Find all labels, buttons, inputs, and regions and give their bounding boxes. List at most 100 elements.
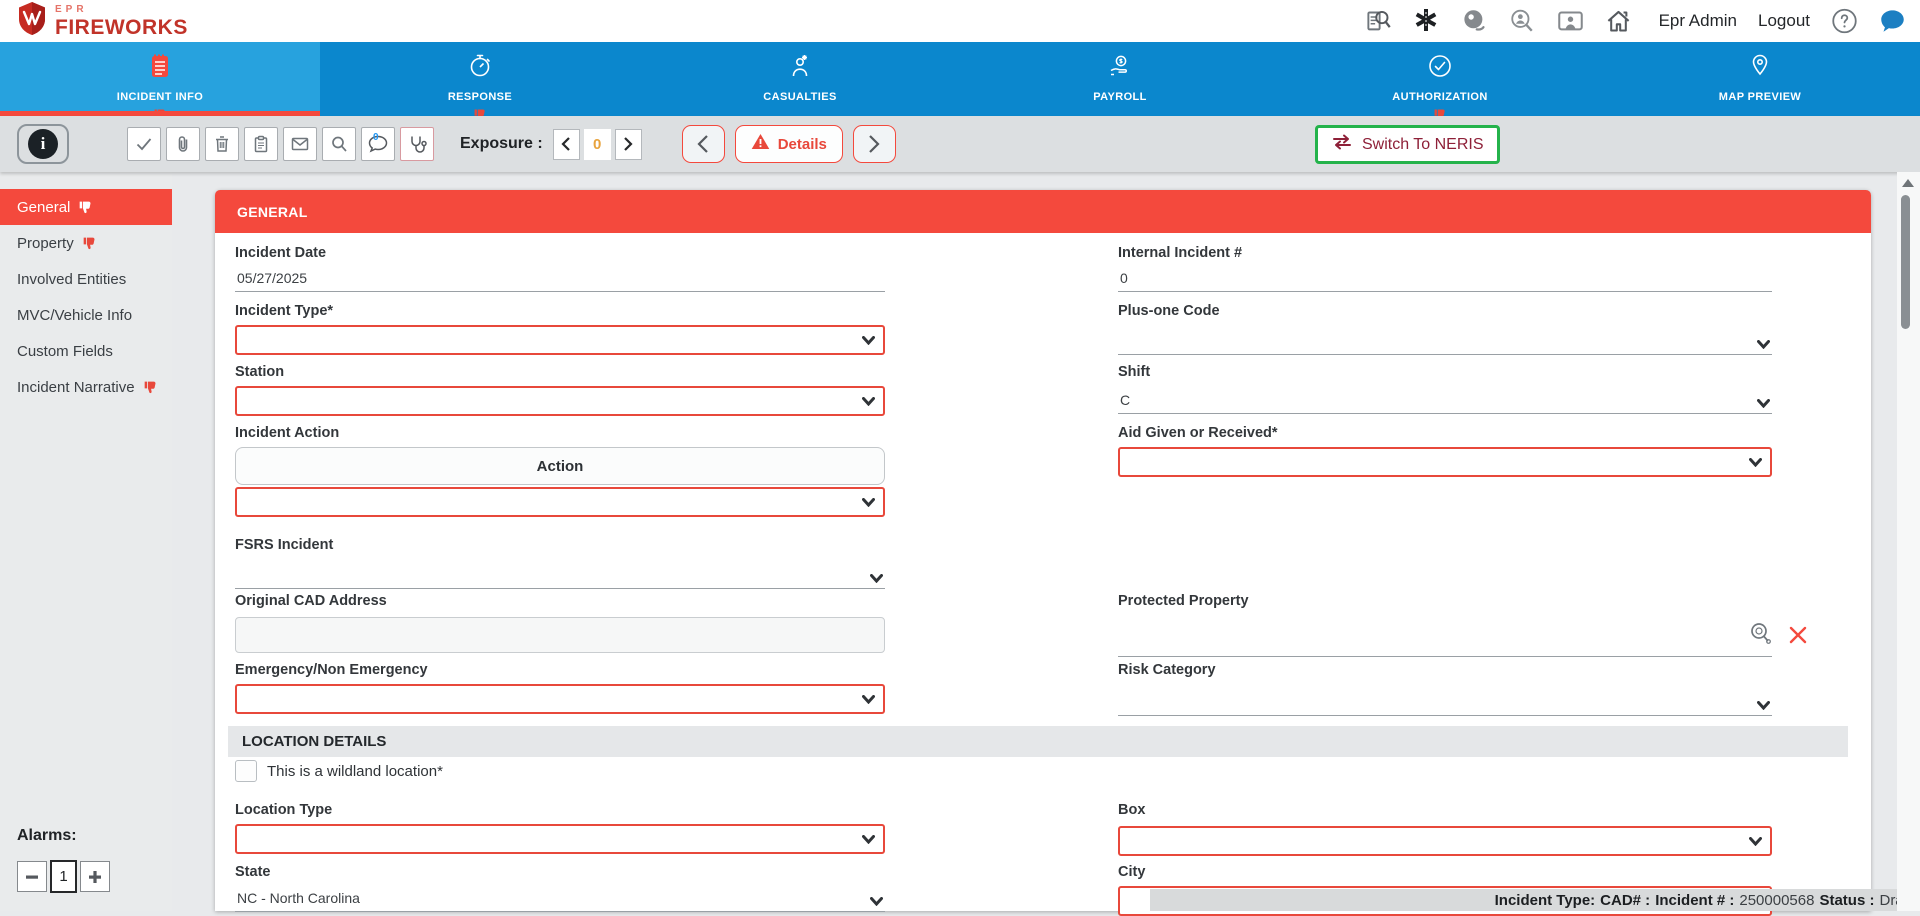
sidebar-item-general[interactable]: General xyxy=(0,189,172,225)
notepad-icon xyxy=(148,53,172,84)
person-search-icon[interactable] xyxy=(1509,8,1536,35)
station-label: Station xyxy=(235,364,885,380)
box-label: Box xyxy=(1118,802,1772,818)
wildland-location-label: This is a wildland location* xyxy=(267,763,443,780)
exposure-next-button[interactable] xyxy=(615,129,642,160)
property-search-icon[interactable] xyxy=(1748,621,1772,650)
incident-sidebar: General Property Involved Entities MVC/V… xyxy=(0,172,172,911)
home-icon[interactable] xyxy=(1605,8,1632,35)
incident-action-label: Incident Action xyxy=(235,425,885,441)
report-search-icon[interactable] xyxy=(1365,8,1392,35)
incident-action-select[interactable] xyxy=(235,487,885,517)
alarms-value[interactable]: 1 xyxy=(50,860,77,893)
aid-given-received-label: Aid Given or Received* xyxy=(1118,425,1772,441)
delete-button[interactable] xyxy=(205,127,239,161)
comments-button[interactable]: 0 xyxy=(361,127,395,161)
logout-link[interactable]: Logout xyxy=(1758,11,1810,31)
protected-property-input[interactable] xyxy=(1118,613,1772,657)
location-type-select[interactable] xyxy=(235,824,885,854)
flag-thumbs-down-icon xyxy=(82,236,97,251)
search-button[interactable] xyxy=(322,127,356,161)
tab-casualties[interactable]: CASUALTIES xyxy=(640,42,960,116)
state-select[interactable]: NC - North Carolina xyxy=(235,886,885,912)
incident-status-bar: Incident Type: CAD# : Incident # : 25000… xyxy=(1150,889,1920,911)
tab-label: RESPONSE xyxy=(448,91,512,103)
chevron-down-icon xyxy=(1749,458,1762,467)
incident-date-input[interactable]: 05/27/2025 xyxy=(235,266,885,292)
clipboard-button[interactable] xyxy=(244,127,278,161)
chevron-down-icon xyxy=(862,336,875,345)
help-icon[interactable] xyxy=(1831,8,1858,35)
internal-incident-input[interactable]: 0 xyxy=(1118,266,1772,292)
sidebar-item-involved-entities[interactable]: Involved Entities xyxy=(0,261,172,297)
tab-map-preview[interactable]: MAP PREVIEW xyxy=(1600,42,1920,116)
tab-label: AUTHORIZATION xyxy=(1392,91,1487,103)
sidebar-item-custom-fields[interactable]: Custom Fields xyxy=(0,333,172,369)
details-label: Details xyxy=(778,136,827,153)
shift-select[interactable]: C xyxy=(1118,386,1772,414)
sidebar-item-property[interactable]: Property xyxy=(0,225,172,261)
tab-authorization[interactable]: AUTHORIZATION xyxy=(1280,42,1600,116)
chevron-down-icon xyxy=(862,835,875,844)
scroll-up-arrow-icon[interactable] xyxy=(1902,179,1914,187)
chat-icon[interactable] xyxy=(1879,8,1906,35)
monitor-person-icon[interactable] xyxy=(1557,8,1584,35)
next-incident-button[interactable] xyxy=(853,125,896,163)
state-value: NC - North Carolina xyxy=(237,890,360,906)
action-button[interactable]: Action xyxy=(235,447,885,485)
aid-given-received-select[interactable] xyxy=(1118,447,1772,477)
incident-date-value: 05/27/2025 xyxy=(237,270,307,286)
sidebar-item-incident-narrative[interactable]: Incident Narrative xyxy=(0,369,172,405)
tab-label: INCIDENT INFO xyxy=(117,91,203,103)
status-incident-number-label: Incident # : xyxy=(1655,892,1734,909)
vertical-scrollbar[interactable] xyxy=(1897,172,1920,911)
station-select[interactable] xyxy=(235,386,885,416)
original-cad-address-input[interactable] xyxy=(235,617,885,653)
box-select[interactable] xyxy=(1118,826,1772,856)
risk-category-select[interactable] xyxy=(1118,688,1772,716)
plus-one-code-label: Plus-one Code xyxy=(1118,303,1772,319)
incident-type-select[interactable] xyxy=(235,325,885,355)
tab-label: CASUALTIES xyxy=(763,91,836,103)
attachment-button[interactable] xyxy=(166,127,200,161)
alarms-decrease-button[interactable] xyxy=(17,861,47,892)
alarms-increase-button[interactable] xyxy=(80,861,110,892)
chevron-down-icon xyxy=(1749,837,1762,846)
status-status-label: Status : xyxy=(1819,892,1874,909)
tab-incident-info[interactable]: INCIDENT INFO xyxy=(0,42,320,116)
sidebar-item-label: MVC/Vehicle Info xyxy=(17,307,132,324)
scrollbar-thumb[interactable] xyxy=(1901,195,1910,329)
info-button[interactable]: i xyxy=(17,124,69,164)
shift-value: C xyxy=(1120,392,1130,408)
chevron-down-icon xyxy=(1757,340,1770,349)
chevron-down-icon xyxy=(862,498,875,507)
emergency-select[interactable] xyxy=(235,684,885,714)
plus-one-code-select[interactable] xyxy=(1118,327,1772,355)
user-name[interactable]: Epr Admin xyxy=(1659,11,1737,31)
exposure-prev-button[interactable] xyxy=(553,129,580,160)
shield-logo-icon xyxy=(16,1,48,42)
sidebar-item-mvc-vehicle-info[interactable]: MVC/Vehicle Info xyxy=(0,297,172,333)
alarm-bell-icon[interactable] xyxy=(1461,8,1488,35)
casualty-person-icon xyxy=(788,53,812,84)
previous-incident-button[interactable] xyxy=(682,125,725,163)
fsrs-incident-label: FSRS Incident xyxy=(235,537,885,553)
fsrs-incident-select[interactable] xyxy=(235,561,885,589)
stopwatch-icon xyxy=(468,53,492,84)
section-title: GENERAL xyxy=(237,204,308,220)
status-incident-number-value: 250000568 xyxy=(1739,892,1814,909)
wildland-location-checkbox[interactable] xyxy=(235,760,257,782)
chevron-down-icon xyxy=(862,397,875,406)
email-button[interactable] xyxy=(283,127,317,161)
protected-property-label: Protected Property xyxy=(1118,593,1772,609)
tab-response[interactable]: RESPONSE xyxy=(320,42,640,116)
tab-label: PAYROLL xyxy=(1093,91,1147,103)
switch-to-neris-button[interactable]: Switch To NERIS xyxy=(1315,125,1500,164)
clear-property-x-icon[interactable] xyxy=(1788,625,1808,648)
tab-payroll[interactable]: PAYROLL xyxy=(960,42,1280,116)
star-of-life-icon[interactable] xyxy=(1413,8,1440,35)
validate-check-button[interactable] xyxy=(127,127,161,161)
medical-stethoscope-button[interactable] xyxy=(400,127,434,161)
sidebar-item-label: Property xyxy=(17,235,74,252)
details-button[interactable]: Details xyxy=(735,125,843,163)
